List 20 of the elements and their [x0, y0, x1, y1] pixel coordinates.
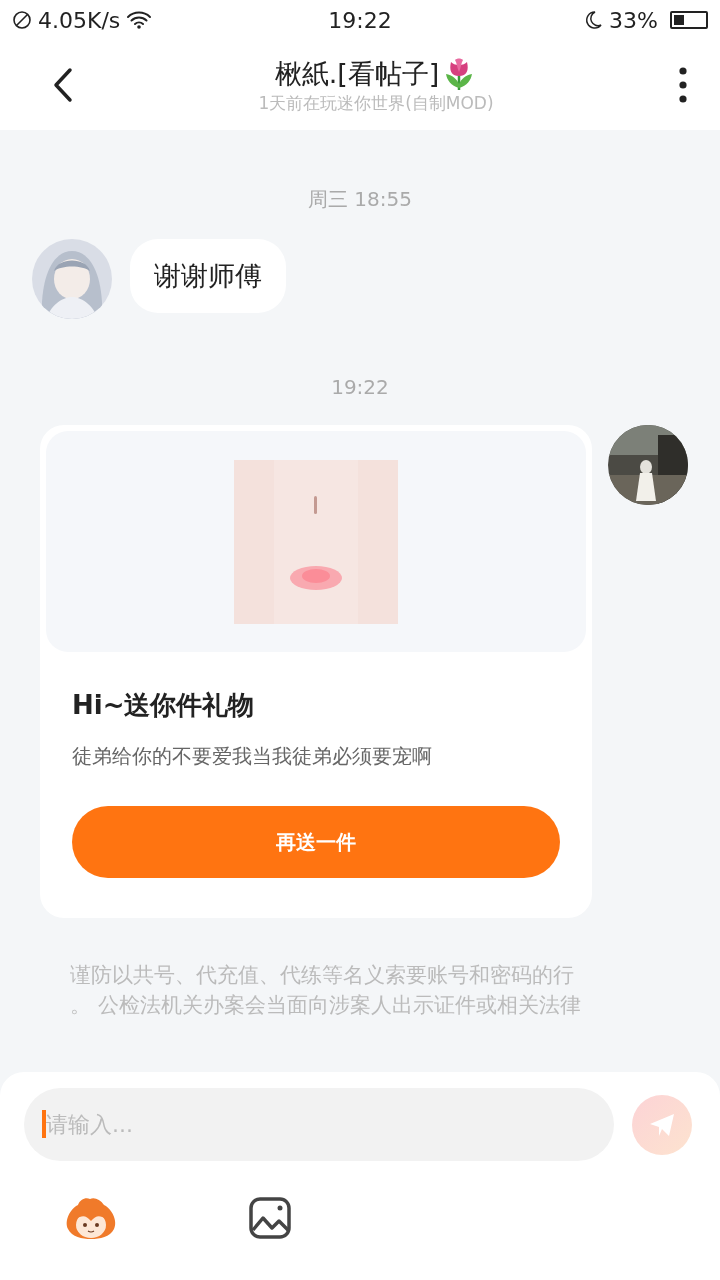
- timestamp: 19:22: [331, 375, 389, 399]
- more-icon[interactable]: [678, 67, 688, 103]
- moon-icon: [583, 10, 604, 30]
- gift-message: 徒弟给你的不要爱我当我徒弟必须要宠啊: [72, 743, 433, 770]
- timestamp: 周三 18:55: [308, 186, 412, 213]
- network-speed: 4.05K/s: [38, 7, 121, 33]
- online-status: 1天前在玩迷你世界(自制MOD): [258, 91, 494, 115]
- safety-notice: 。 公检法机关办案会当面向涉案人出示证件或相关法律: [70, 992, 582, 1019]
- text-cursor: [42, 1110, 46, 1138]
- message-bubble: 谢谢师傅: [130, 239, 286, 313]
- safety-notice: 谨防以共号、代充值、代练等名义索要账号和密码的行: [70, 962, 575, 989]
- wifi-icon: [126, 10, 153, 30]
- no-sim-icon: [12, 10, 32, 30]
- image-icon[interactable]: [248, 1196, 292, 1240]
- battery-percent: 33%: [609, 7, 658, 33]
- chat-title: 楸紙.[看帖子]: [274, 56, 440, 91]
- send-again-button[interactable]: 再送一件: [72, 806, 560, 878]
- clock: 19:22: [328, 7, 392, 33]
- gift-title: Hi~送你件礼物: [72, 689, 256, 722]
- battery-icon: [670, 11, 708, 29]
